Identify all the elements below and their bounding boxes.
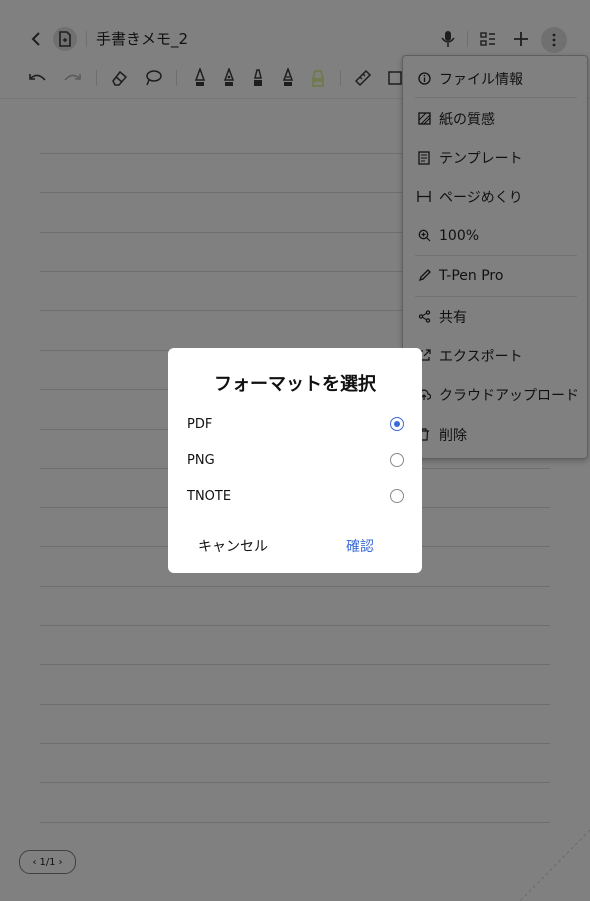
cancel-button[interactable]: キャンセル [198, 536, 268, 556]
menu-item-label: クラウドアップロード [439, 387, 579, 404]
menu-item-file-info[interactable]: ファイル情報 [403, 59, 587, 98]
menu-item-export[interactable]: エクスポート [403, 336, 587, 375]
more-options-icon[interactable] [541, 27, 567, 53]
divider [340, 70, 341, 86]
menu-item-tpen-pro[interactable]: T-Pen Pro [403, 256, 587, 295]
option-label: TNOTE [187, 488, 232, 504]
menu-item-label: 共有 [439, 309, 467, 326]
shape-icon[interactable] [386, 68, 402, 88]
pen-icon [417, 269, 431, 282]
prev-page-icon[interactable]: ‹ [32, 857, 36, 868]
page-indicator[interactable]: ‹ 1/1 › [19, 850, 76, 874]
menu-item-label: ファイル情報 [439, 71, 523, 88]
page-curl-icon[interactable] [520, 830, 590, 901]
divider [176, 70, 177, 86]
divider [96, 70, 97, 86]
zoom-icon [417, 229, 431, 242]
back-icon[interactable] [26, 28, 46, 50]
pencil-icon[interactable] [278, 67, 298, 89]
overflow-menu: ファイル情報 紙の質感 テンプレート ページめくり 100% T-Pen Pro… [402, 55, 588, 459]
highlighter-icon[interactable] [308, 67, 328, 89]
pen-tool-icon[interactable] [219, 67, 239, 89]
divider [86, 31, 87, 47]
document-icon[interactable] [53, 27, 77, 51]
menu-item-template[interactable]: テンプレート [403, 138, 587, 177]
format-option-png[interactable]: PNG [187, 446, 404, 474]
notebook-page: 手書きメモ_2 ‹ 1/1 › ファイル情報 紙の質感 テンプレート ページめく… [0, 0, 590, 901]
menu-item-label: 100% [439, 227, 480, 244]
menu-item-label: T-Pen Pro [439, 267, 504, 284]
menu-item-delete[interactable]: 削除 [403, 415, 587, 454]
fountain-pen-icon[interactable] [190, 67, 210, 89]
confirm-button[interactable]: 確認 [346, 536, 374, 556]
page-list-icon[interactable] [478, 28, 498, 50]
texture-icon [417, 112, 431, 125]
menu-item-cloud-upload[interactable]: クラウドアップロード [403, 375, 587, 414]
radio-png[interactable] [390, 453, 404, 467]
page-number: 1/1 [39, 856, 56, 868]
ruler-icon[interactable] [353, 68, 373, 88]
lasso-icon[interactable] [143, 68, 163, 88]
menu-item-share[interactable]: 共有 [403, 297, 587, 336]
undo-icon[interactable] [28, 68, 48, 88]
menu-item-label: ページめくり [439, 189, 523, 206]
top-bar: 手書きメモ_2 [0, 0, 590, 58]
menu-item-label: テンプレート [439, 150, 523, 167]
page-flip-icon [417, 190, 431, 203]
add-icon[interactable] [510, 28, 532, 50]
option-label: PDF [187, 416, 213, 432]
menu-item-label: 削除 [439, 427, 467, 444]
page-title[interactable]: 手書きメモ_2 [96, 28, 188, 49]
format-option-pdf[interactable]: PDF [187, 410, 404, 438]
microphone-icon[interactable] [438, 28, 458, 50]
radio-pdf[interactable] [390, 417, 404, 431]
template-icon [417, 150, 431, 165]
dialog-title: フォーマットを選択 [214, 374, 376, 395]
next-page-icon[interactable]: › [59, 857, 63, 868]
info-icon [417, 72, 431, 85]
divider [467, 31, 468, 47]
share-icon [417, 310, 431, 323]
menu-item-zoom[interactable]: 100% [403, 216, 587, 255]
format-option-tnote[interactable]: TNOTE [187, 482, 404, 510]
menu-item-label: エクスポート [439, 348, 523, 365]
format-select-dialog: フォーマットを選択 PDF PNG TNOTE キャンセル 確認 [168, 348, 422, 573]
menu-item-page-flip[interactable]: ページめくり [403, 177, 587, 216]
divider [415, 97, 577, 98]
menu-item-label: 紙の質感 [439, 111, 495, 128]
radio-tnote[interactable] [390, 489, 404, 503]
redo-icon[interactable] [62, 68, 82, 88]
menu-item-paper-texture[interactable]: 紙の質感 [403, 99, 587, 138]
option-label: PNG [187, 452, 215, 468]
marker-icon[interactable] [248, 67, 268, 89]
eraser-icon[interactable] [109, 68, 129, 88]
